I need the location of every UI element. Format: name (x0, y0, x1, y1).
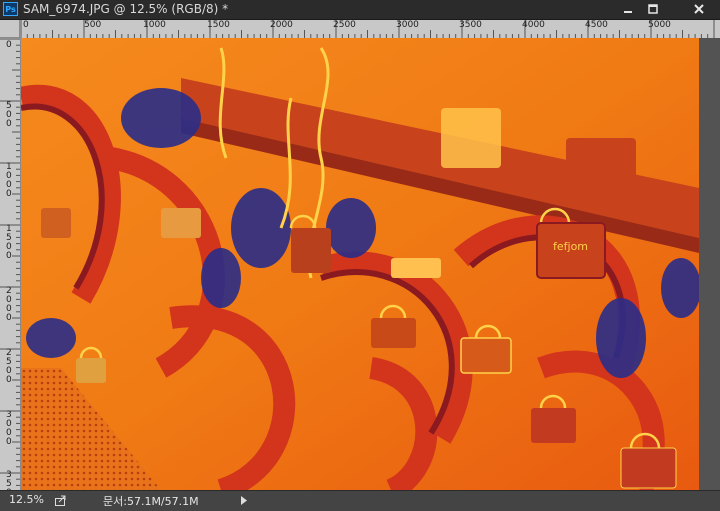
share-export-icon[interactable] (55, 495, 67, 506)
horizontal-ruler[interactable]: 0 500 1000 1500 2000 2500 3000 3500 4000… (20, 20, 720, 39)
maximize-icon (648, 4, 658, 14)
minimize-button[interactable] (616, 1, 640, 17)
status-menu-arrow-icon[interactable] (240, 496, 248, 505)
ruler-origin[interactable] (0, 20, 20, 38)
minimize-icon (624, 11, 632, 13)
document-tab[interactable]: Ps SAM_6974.JPG @ 12.5% (RGB/8) * (0, 0, 720, 20)
ruler-label: 500 (84, 20, 102, 30)
ruler-label: 5000 (648, 20, 671, 30)
ruler-label: 1500 (6, 224, 12, 261)
document-canvas[interactable]: fefjom (21, 38, 699, 490)
ruler-label: 2500 (333, 20, 356, 30)
ruler-label: 3500 (459, 20, 482, 30)
photoshop-icon: Ps (3, 2, 18, 16)
vertical-ruler[interactable]: 0 500 1000 1500 2000 2500 3000 3500 (0, 38, 21, 490)
ruler-label: 1000 (143, 20, 166, 30)
close-icon (694, 4, 704, 14)
close-button[interactable] (679, 1, 719, 17)
ruler-label: 3500 (6, 470, 12, 491)
ruler-label: 2500 (6, 348, 12, 385)
maximize-button[interactable] (641, 1, 665, 17)
status-bar: 12.5% 문서:57.1M/57.1M (0, 490, 720, 511)
lock-engraving: fefjom (553, 240, 588, 253)
ruler-label: 2000 (270, 20, 293, 30)
ruler-label: 0 (6, 40, 12, 50)
horizontal-ruler-ticks (20, 20, 715, 38)
ruler-label: 1500 (207, 20, 230, 30)
document-title: SAM_6974.JPG @ 12.5% (RGB/8) * (23, 2, 229, 16)
ruler-label: 4000 (522, 20, 545, 30)
document-size-info: 문서:57.1M/57.1M (103, 495, 199, 508)
ruler-label: 500 (6, 101, 12, 129)
ruler-label: 2000 (6, 286, 12, 323)
vertical-scroll-area[interactable] (699, 38, 720, 490)
love-locks-photo: fefjom (21, 38, 699, 490)
ruler-label: 0 (23, 20, 29, 30)
ruler-label: 1000 (6, 162, 12, 199)
ruler-label: 4500 (585, 20, 608, 30)
ruler-label: 3000 (6, 410, 12, 447)
zoom-level[interactable]: 12.5% (9, 493, 44, 506)
ruler-label: 3000 (396, 20, 419, 30)
